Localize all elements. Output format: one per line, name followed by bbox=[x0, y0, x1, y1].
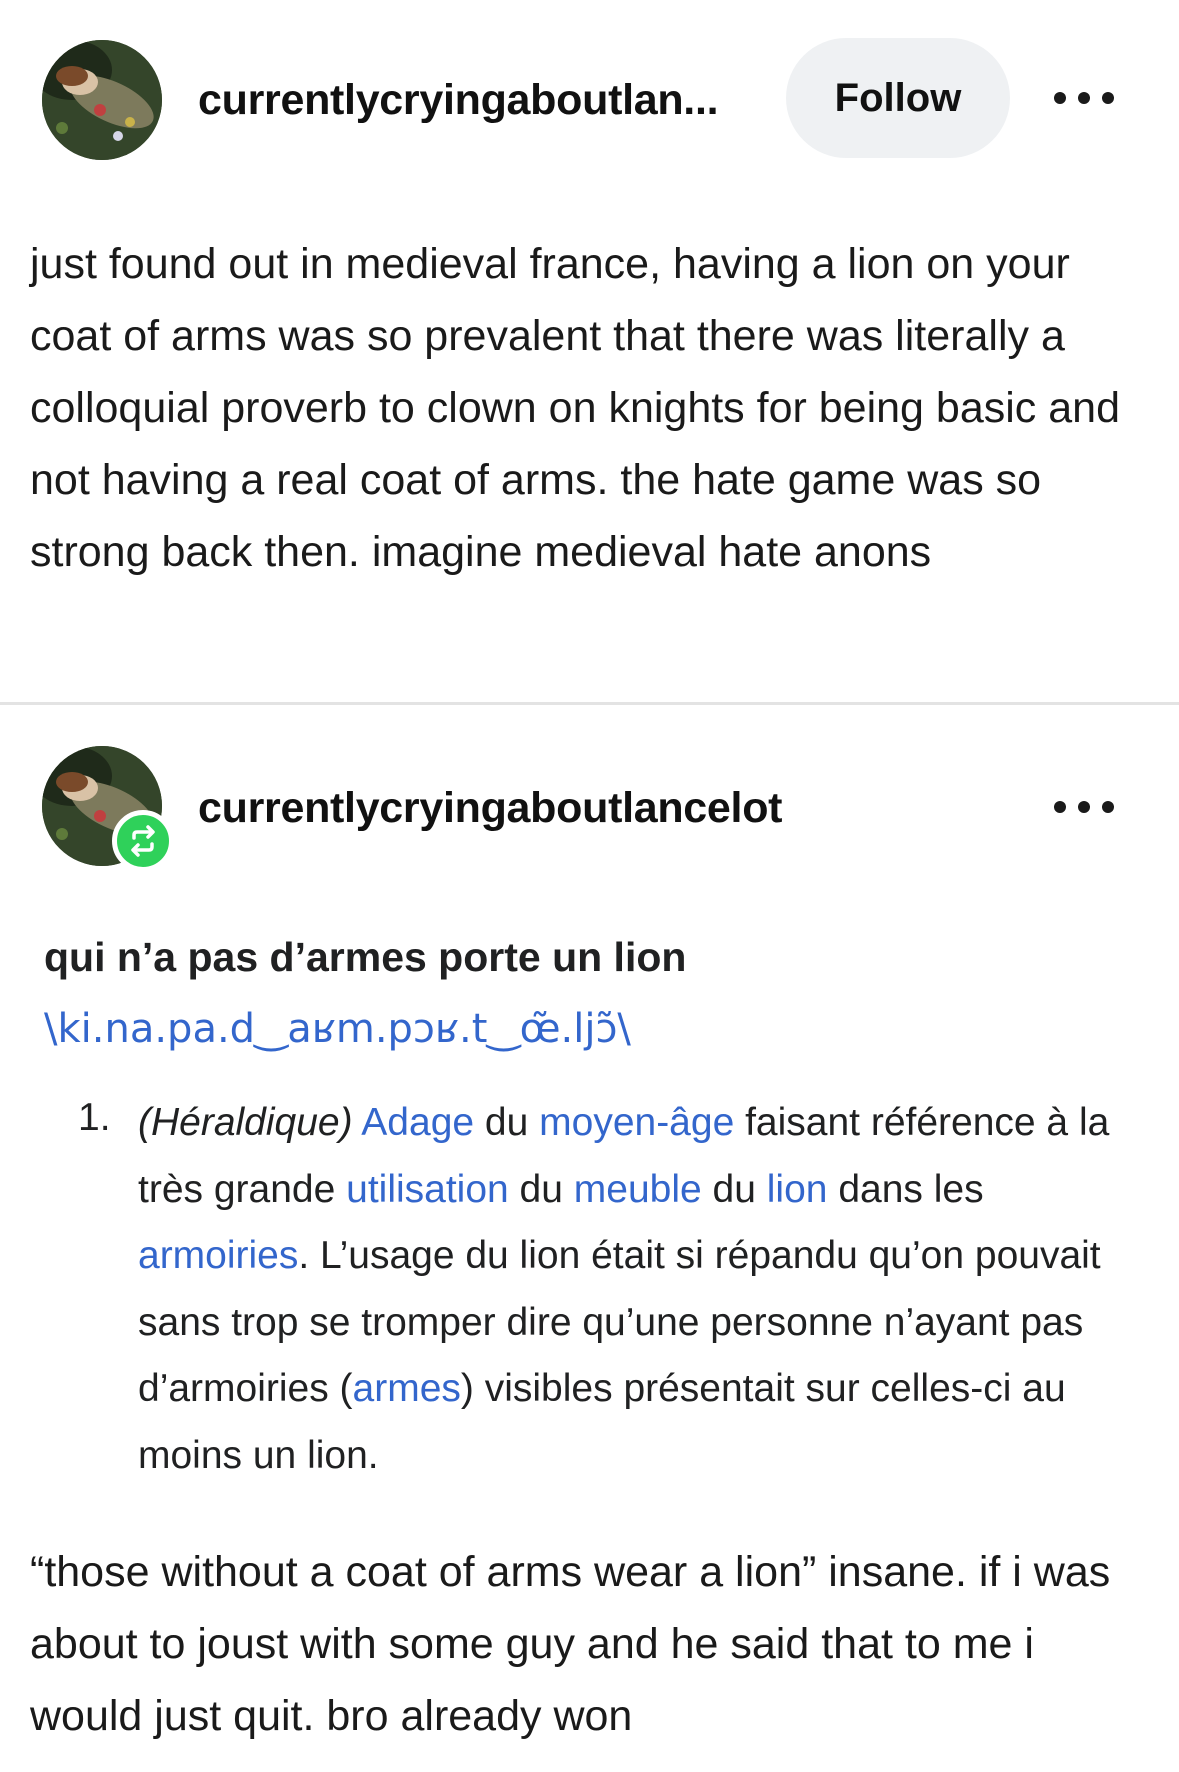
reblog-body: “those without a coat of arms wear a lio… bbox=[30, 1548, 1111, 1740]
follow-button[interactable]: Follow bbox=[786, 38, 1010, 158]
link-armoiries[interactable]: armoiries bbox=[138, 1234, 298, 1277]
reblog-icon bbox=[112, 810, 174, 872]
blog-username[interactable]: currentlycryingaboutlan... bbox=[198, 76, 770, 125]
link-utilisation[interactable]: utilisation bbox=[346, 1168, 509, 1211]
dictionary-headword: qui n’a pas d’armes porte un lion bbox=[44, 934, 687, 980]
link-armes[interactable]: armes bbox=[353, 1367, 461, 1410]
definition-label: (Héraldique) bbox=[138, 1101, 353, 1144]
dictionary-pronunciation: \ki.na.pa.d‿aʁm.pɔʁ.t‿œ̃.ljɔ̃\ bbox=[44, 1006, 631, 1052]
link-adage[interactable]: Adage bbox=[361, 1101, 474, 1144]
more-options-icon[interactable] bbox=[1054, 88, 1114, 108]
definition-fragment: dans les bbox=[827, 1167, 984, 1211]
post-header: currentlycryingaboutlan... Follow bbox=[0, 0, 1179, 200]
definition-fragment: du bbox=[474, 1101, 540, 1144]
definition-number: 1. bbox=[78, 1096, 111, 1139]
definition-text: (Héraldique) Adage du moyen-âge faisant … bbox=[138, 1090, 1148, 1489]
link-lion[interactable]: lion bbox=[767, 1168, 828, 1211]
more-options-icon[interactable] bbox=[1054, 797, 1114, 817]
divider bbox=[0, 702, 1179, 705]
link-moyen-age[interactable]: moyen-âge bbox=[539, 1101, 734, 1144]
post-body: just found out in medieval france, havin… bbox=[30, 240, 1120, 576]
link-meuble[interactable]: meuble bbox=[574, 1168, 702, 1211]
definition-fragment: du bbox=[508, 1167, 574, 1211]
definition-fragment: du bbox=[701, 1167, 767, 1211]
avatar[interactable] bbox=[42, 40, 162, 160]
reblog-username[interactable]: currentlycryingaboutlancelot bbox=[198, 784, 782, 833]
